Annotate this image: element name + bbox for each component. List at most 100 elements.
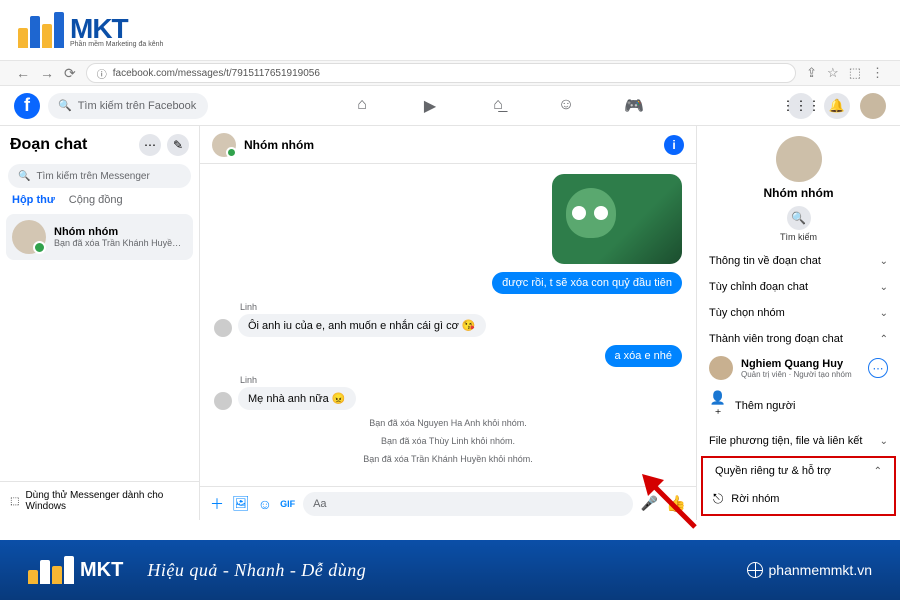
fb-search-placeholder: Tìm kiếm trên Facebook (78, 100, 197, 112)
account-avatar[interactable] (860, 93, 886, 119)
sent-image-message[interactable] (552, 174, 682, 264)
section-label: Tùy chọn nhóm (709, 307, 785, 319)
system-message: Bạn đã xóa Thùy Linh khỏi nhóm. (214, 436, 682, 446)
leave-group-button[interactable]: ⎋ Rời nhóm (703, 484, 894, 514)
section-customize-chat[interactable]: Tùy chỉnh đoạn chat ⌄ (697, 274, 900, 300)
received-message[interactable]: Mẹ nhà anh nữa 😠 (238, 387, 356, 410)
section-label: Quyền riêng tư & hỗ trợ (715, 465, 831, 477)
add-people-label: Thêm người (735, 400, 795, 412)
member-name: Nghiem Quang Huy (741, 358, 852, 370)
tab-inbox[interactable]: Hộp thư (12, 194, 55, 206)
desktop-icon: ⬚ (10, 496, 19, 507)
thread-subtitle: Bạn đã xóa Trần Khánh Huyền ... · 1 phút (54, 238, 184, 248)
leave-group-label: Rời nhóm (731, 493, 779, 505)
apps-menu-icon[interactable]: ⋮⋮⋮ (788, 93, 814, 119)
conversation-pane: Nhóm nhóm i được rồi, t sẽ xóa con quỷ đ… (200, 126, 696, 520)
chevron-down-icon: ⌄ (880, 436, 888, 447)
section-media-files[interactable]: File phương tiện, file và liên kết ⌄ (697, 428, 900, 454)
sender-avatar[interactable] (214, 319, 232, 337)
chevron-down-icon: ⌄ (880, 282, 888, 293)
market-icon[interactable]: ⌂̲ (488, 96, 508, 116)
messenger-download-banner[interactable]: ⬚ Dùng thử Messenger dành cho Windows (0, 481, 199, 520)
groups-icon[interactable]: ☺ (556, 96, 576, 116)
page-footer-banner: MKT Hiệu quả - Nhanh - Dễ dùng phanmemmk… (0, 540, 900, 600)
received-message[interactable]: Ôi anh iu của e, anh muốn e nhắn cái gì … (238, 314, 486, 337)
member-avatar (709, 356, 733, 380)
section-privacy-support[interactable]: Quyền riêng tư & hỗ trợ ⌃ (703, 458, 894, 484)
extensions-icon[interactable]: ⋮ (871, 65, 884, 81)
facebook-logo-icon[interactable]: f (14, 93, 40, 119)
site-info-icon[interactable]: ⓘ (97, 66, 107, 81)
chat-info-button[interactable]: i (664, 135, 684, 155)
section-label: Thông tin về đoạn chat (709, 255, 821, 267)
like-icon[interactable]: 👍 (666, 494, 686, 514)
gaming-icon[interactable]: 🎮 (624, 96, 644, 116)
thread-title: Nhóm nhóm (54, 226, 184, 238)
thread-item[interactable]: Nhóm nhóm Bạn đã xóa Trần Khánh Huyền ..… (6, 214, 193, 260)
footer-website[interactable]: phanmemmkt.vn (747, 562, 872, 578)
group-avatar[interactable] (776, 136, 822, 182)
install-icon[interactable]: ⬚ (849, 65, 861, 81)
notifications-icon[interactable]: 🔔 (824, 93, 850, 119)
group-name: Nhóm nhóm (697, 186, 900, 200)
member-row[interactable]: Nghiem Quang Huy Quản trị viên · Người t… (697, 352, 900, 384)
home-icon[interactable]: ⌂ (352, 96, 372, 116)
video-icon[interactable]: ▶ (420, 96, 440, 116)
chats-heading: Đoạn chat (10, 136, 133, 154)
section-label: File phương tiện, file và liên kết (709, 435, 862, 447)
mkt-logo-icon (28, 556, 74, 584)
section-group-options[interactable]: Tùy chọn nhóm ⌄ (697, 300, 900, 326)
chats-more-button[interactable]: ⋯ (139, 134, 161, 156)
chat-avatar[interactable] (212, 133, 236, 157)
messenger-search-input[interactable]: 🔍 Tìm kiếm trên Messenger (8, 164, 191, 188)
member-options-button[interactable]: ⋯ (868, 358, 888, 378)
forward-icon[interactable]: → (40, 65, 54, 82)
section-label: Thành viên trong đoạn chat (709, 333, 843, 345)
sticker-icon[interactable]: ☺ (258, 496, 272, 512)
gif-icon[interactable]: GIF (280, 499, 295, 509)
reload-icon[interactable]: ⟳ (64, 65, 76, 82)
section-chat-info[interactable]: Thông tin về đoạn chat ⌄ (697, 248, 900, 274)
search-in-chat-button[interactable]: 🔍 (787, 206, 811, 230)
voice-clip-icon[interactable]: 🎤 (641, 495, 658, 512)
chevron-down-icon: ⌄ (880, 256, 888, 267)
message-input[interactable]: Aa (303, 492, 633, 516)
globe-icon (747, 562, 763, 578)
search-icon: 🔍 (18, 171, 30, 182)
mkt-logo-icon (18, 12, 64, 48)
compose-button[interactable]: ✎ (167, 134, 189, 156)
fb-search-input[interactable]: 🔍 Tìm kiếm trên Facebook (48, 93, 208, 119)
chat-title[interactable]: Nhóm nhóm (244, 138, 314, 152)
sender-name: Linh (240, 375, 356, 385)
message-composer: ＋ 🖼 ☺ GIF Aa 🎤 👍 (200, 486, 696, 520)
more-actions-icon[interactable]: ＋ (210, 494, 224, 514)
chevron-up-icon: ⌃ (880, 334, 888, 345)
section-label: Tùy chỉnh đoạn chat (709, 281, 808, 293)
footer-slogan: Hiệu quả - Nhanh - Dễ dùng (147, 560, 366, 581)
page-brand-strip: MKT Phần mềm Marketing đa kênh (0, 0, 900, 60)
chats-sidebar: Đoạn chat ⋯ ✎ 🔍 Tìm kiếm trên Messenger … (0, 126, 200, 520)
browser-chrome: ← → ⟳ ⓘ facebook.com/messages/t/79151176… (0, 60, 900, 86)
footer-brand: MKT (80, 559, 123, 582)
add-people-button[interactable]: 👤⁺ Thêm người (697, 384, 900, 428)
facebook-topbar: f 🔍 Tìm kiếm trên Facebook ⌂ ▶ ⌂̲ ☺ 🎮 ⋮⋮… (0, 86, 900, 126)
section-chat-members[interactable]: Thành viên trong đoạn chat ⌃ (697, 326, 900, 352)
sent-message[interactable]: a xóa e nhé (605, 345, 683, 367)
share-icon[interactable]: ⇪ (806, 65, 817, 81)
sender-avatar[interactable] (214, 392, 232, 410)
attach-image-icon[interactable]: 🖼 (232, 495, 250, 512)
back-icon[interactable]: ← (16, 65, 30, 82)
messenger-download-label: Dùng thử Messenger dành cho Windows (25, 490, 189, 512)
search-icon: 🔍 (58, 99, 72, 112)
sent-message[interactable]: được rồi, t sẽ xóa con quỷ đầu tiên (492, 272, 682, 294)
messenger-search-placeholder: Tìm kiếm trên Messenger (36, 171, 149, 182)
message-placeholder: Aa (313, 498, 326, 510)
tab-community[interactable]: Cộng đồng (69, 194, 123, 206)
star-icon[interactable]: ☆ (827, 65, 839, 81)
chevron-down-icon: ⌄ (880, 308, 888, 319)
thread-avatar (12, 220, 46, 254)
search-in-chat-label: Tìm kiếm (697, 232, 900, 242)
address-bar[interactable]: ⓘ facebook.com/messages/t/79151176519190… (86, 63, 796, 83)
brand-tagline: Phần mềm Marketing đa kênh (70, 41, 163, 48)
chevron-up-icon: ⌃ (874, 466, 882, 477)
